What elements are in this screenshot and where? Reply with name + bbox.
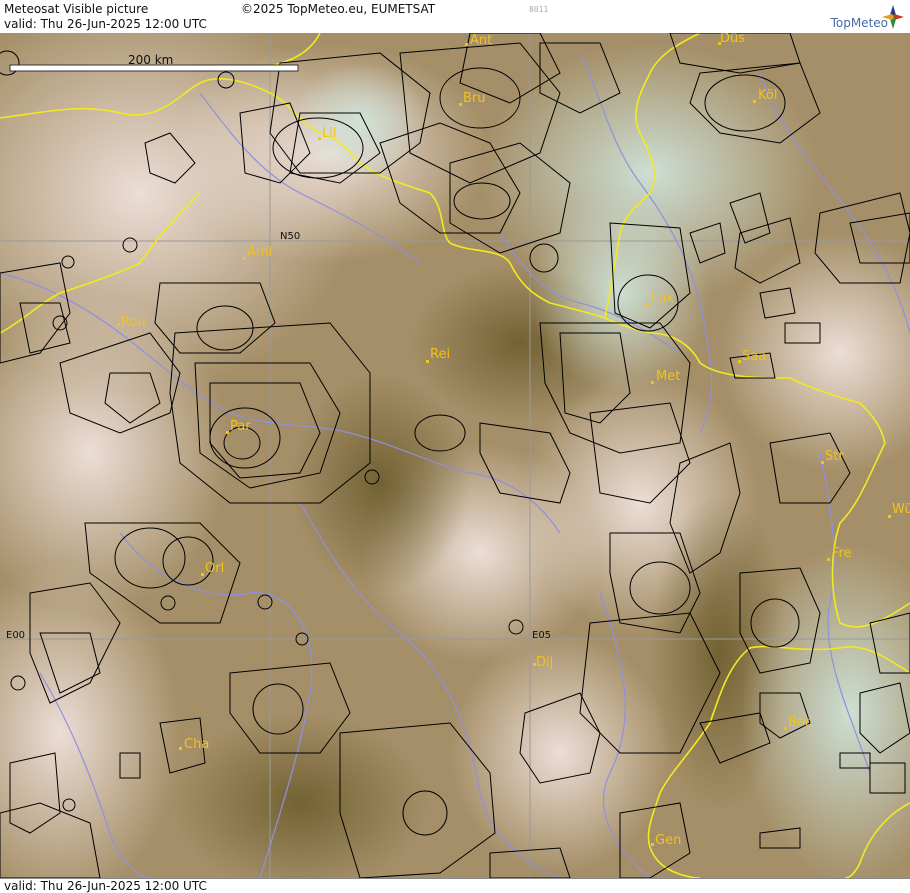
city-label-kol: Köl — [758, 88, 777, 103]
city-ant[interactable]: Ant — [465, 33, 492, 48]
city-str[interactable]: Str — [821, 449, 844, 464]
city-met[interactable]: Met — [651, 369, 680, 384]
city-rei[interactable]: Rei — [426, 347, 450, 363]
city-label-saa: Saa — [742, 349, 766, 364]
city-label-fre: Fre — [832, 546, 852, 561]
city-lux[interactable]: Lux — [646, 291, 674, 306]
city-ami[interactable]: Ami — [243, 245, 272, 260]
satellite-imagery — [0, 33, 910, 878]
valid-time: valid: Thu 26-Jun-2025 12:00 UTC — [4, 17, 207, 31]
city-label-ant: Ant — [470, 33, 492, 48]
product-title: Meteosat Visible picture — [4, 2, 149, 16]
city-label-dus: Düs — [720, 33, 745, 46]
grid-label-e00: E00 — [6, 630, 25, 641]
city-label-gen: Gen — [655, 833, 681, 848]
city-cha[interactable]: Cha — [179, 737, 209, 752]
city-label-lil: Lil — [322, 126, 336, 141]
map-frame: Meteosat Visible picture valid: Thu 26-J… — [0, 0, 910, 893]
city-label-cha: Cha — [184, 737, 209, 752]
footer-bar: valid: Thu 26-Jun-2025 12:00 UTC — [0, 878, 910, 893]
city-gen[interactable]: Gen — [651, 833, 681, 848]
copyright: ©2025 TopMeteo.eu, EUMETSAT — [241, 2, 436, 16]
city-label-lux: Lux — [651, 291, 674, 306]
city-label-rou: Rou — [121, 315, 146, 330]
city-rou[interactable]: Rou — [117, 315, 146, 330]
city-label-met: Met — [656, 369, 680, 384]
product-code: 8011 — [529, 5, 549, 14]
city-label-bru: Bru — [463, 91, 486, 106]
header-bar: Meteosat Visible picture valid: Thu 26-J… — [0, 0, 910, 34]
city-orl[interactable]: Orl — [201, 561, 224, 576]
scale-label: 200 km — [128, 53, 173, 67]
city-label-wu: Wü — [892, 502, 910, 517]
city-label-str: Str — [825, 449, 844, 464]
footer-valid-time: valid: Thu 26-Jun-2025 12:00 UTC — [4, 879, 207, 893]
city-label-orl: Orl — [205, 561, 224, 576]
city-par[interactable]: Par — [226, 419, 251, 434]
grid-label-n50: N50 — [280, 231, 300, 242]
city-dij[interactable]: Dij — [533, 655, 553, 670]
city-ber[interactable]: Ber — [784, 715, 811, 730]
city-label-ami: Ami — [247, 245, 272, 260]
satellite-map[interactable]: N50 E00 E05 200 km Ant Düs Bru Köl Lil A… — [0, 33, 910, 878]
city-bru[interactable]: Bru — [459, 91, 486, 106]
city-label-par: Par — [230, 419, 251, 434]
city-saa[interactable]: Saa — [738, 349, 766, 364]
grid-label-e05: E05 — [532, 630, 551, 641]
city-dus[interactable]: Düs — [718, 33, 745, 46]
city-label-rei: Rei — [430, 347, 450, 362]
city-label-dij: Dij — [536, 655, 553, 670]
compass-logo-icon — [882, 5, 904, 29]
city-wu[interactable]: Wü — [888, 502, 910, 518]
city-label-ber: Ber — [788, 715, 811, 730]
